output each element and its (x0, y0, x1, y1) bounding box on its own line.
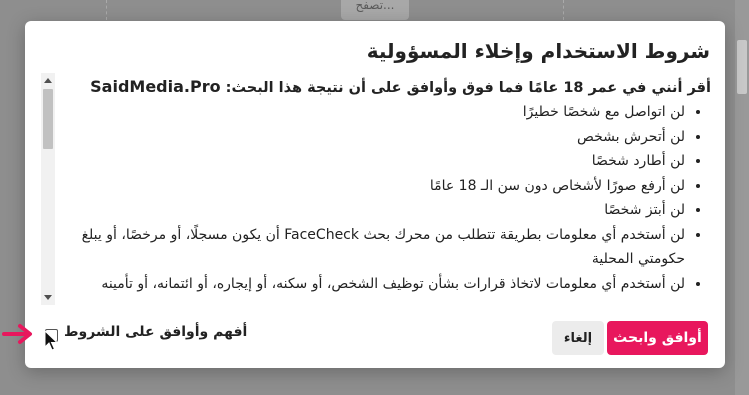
agree-and-search-button[interactable]: أوافق وابحث (607, 321, 708, 355)
arrow-right-icon (2, 324, 32, 344)
terms-list-item: لن أرفع صورًا لأشخاص دون سن الـ 18 عامًا (59, 174, 685, 199)
terms-dialog: شروط الاستخدام وإخلاء المسؤولية أقر أنني… (25, 21, 725, 368)
page-scrollbar-thumb[interactable] (737, 40, 747, 94)
terms-intro-text: أقر أنني في عمر 18 عامًا فما فوق وأوافق … (225, 80, 711, 96)
page-scrollbar[interactable] (735, 0, 749, 395)
mouse-pointer-icon (44, 330, 58, 351)
terms-list-item: لن أستخدم أي معلومات لاتخاذ قرارات بشأن … (59, 272, 685, 297)
terms-list-item: لن أبتز شخصًا (59, 198, 685, 223)
agree-terms-label[interactable]: أفهم وأوافق على الشروط (64, 324, 247, 340)
terms-list-item: لن اتواصل مع شخصًا خطيرًا (59, 100, 685, 125)
terms-list-item: لن أتحرش بشخص (59, 125, 685, 150)
terms-list: لن اتواصل مع شخصًا خطيرًا لن أتحرش بشخص … (59, 100, 711, 296)
dialog-title: شروط الاستخدام وإخلاء المسؤولية (366, 39, 710, 63)
terms-scroll-area[interactable]: أقر أنني في عمر 18 عامًا فما فوق وأوافق … (41, 73, 711, 305)
terms-list-item: لن أطارد شخصًا (59, 149, 685, 174)
background-divider-left (106, 0, 107, 20)
cancel-button[interactable]: إلغاء (552, 321, 604, 355)
background-divider-right (563, 0, 564, 20)
terms-intro-brand: SaidMedia.Pro (90, 77, 221, 96)
terms-intro: أقر أنني في عمر 18 عامًا فما فوق وأوافق … (59, 77, 711, 98)
terms-scrollbar[interactable] (41, 73, 55, 305)
terms-scrollbar-thumb[interactable] (43, 89, 53, 149)
terms-content: أقر أنني في عمر 18 عامًا فما فوق وأوافق … (59, 73, 711, 296)
background-browse-button: تصفح... (341, 0, 409, 20)
scroll-up-arrow-icon[interactable] (44, 78, 52, 83)
terms-list-item: لن أستخدم أي معلومات بطريقة تتطلب من محر… (59, 223, 685, 272)
scroll-down-arrow-icon[interactable] (44, 295, 52, 300)
